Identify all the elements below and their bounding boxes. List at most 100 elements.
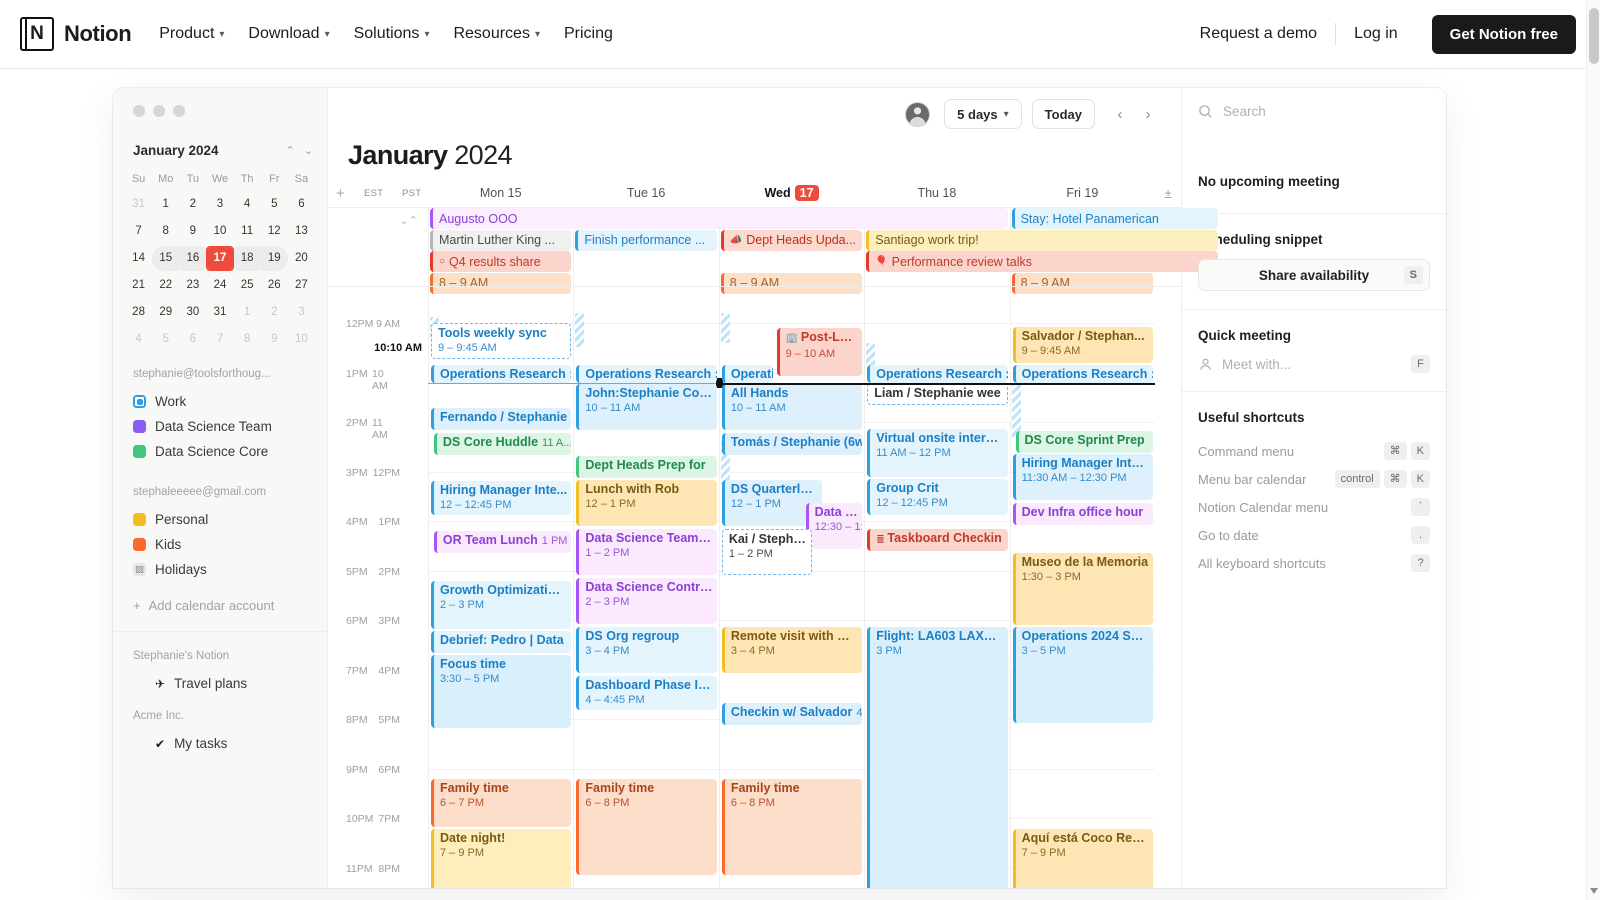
- calendar-event[interactable]: Operations Research :: [867, 365, 1008, 383]
- all-day-event[interactable]: 🎈 Performance review talks: [866, 251, 1219, 272]
- calendar-item-personal[interactable]: Personal: [133, 507, 307, 532]
- calendar-event[interactable]: OR Team Lunch 1 PM: [433, 531, 572, 553]
- mini-calendar-day[interactable]: 5: [261, 192, 288, 217]
- mini-calendar-day[interactable]: 23: [179, 273, 206, 298]
- calendar-event[interactable]: Dept Heads Prep for: [576, 456, 717, 478]
- mini-calendar-day[interactable]: 12: [261, 219, 288, 244]
- view-selector[interactable]: 5 days ▾: [944, 99, 1022, 129]
- scroll-down-arrow-icon[interactable]: [1590, 888, 1598, 894]
- mini-calendar-day[interactable]: 7: [206, 327, 233, 352]
- calendar-event[interactable]: Group Crit 12 – 12:45 PM: [867, 479, 1008, 515]
- mini-calendar-day[interactable]: 20: [288, 246, 315, 271]
- all-day-event[interactable]: Martin Luther King ...: [430, 229, 572, 251]
- calendar-event[interactable]: Family time 6 – 8 PM: [576, 779, 717, 875]
- all-day-event[interactable]: Santiago work trip!: [866, 229, 1219, 251]
- day-header-wed[interactable]: Wed 17: [719, 185, 864, 201]
- add-calendar-icon[interactable]: +: [336, 185, 345, 202]
- mini-calendar-day[interactable]: 13: [288, 219, 315, 244]
- mini-calendar-today[interactable]: 17: [206, 246, 234, 271]
- mini-calendar-day[interactable]: 2: [179, 192, 206, 217]
- calendar-event[interactable]: Aquí está Coco Reservation 7 – 9 PM: [1012, 829, 1154, 888]
- calendar-item-data-science-core[interactable]: Data Science Core: [133, 439, 307, 464]
- maximize-window-button[interactable]: [173, 105, 185, 117]
- request-demo-link[interactable]: Request a demo: [1182, 25, 1335, 43]
- calendar-event[interactable]: Operations Research :: [1012, 365, 1154, 383]
- calendar-event[interactable]: Checkin w/ Salvador 4: [721, 703, 863, 725]
- mini-calendar-day[interactable]: 8: [234, 327, 261, 352]
- login-link[interactable]: Log in: [1336, 25, 1416, 43]
- mini-calendar-day[interactable]: 30: [179, 300, 206, 325]
- calendar-event[interactable]: Flight: LA603 LAX→SCL 3 PM: [867, 627, 1008, 888]
- next-period-button[interactable]: ›: [1135, 100, 1161, 128]
- all-day-event[interactable]: Finish performance ...: [575, 229, 717, 251]
- mini-calendar-day[interactable]: 10: [206, 219, 233, 244]
- calendar-event[interactable]: Operations Research :: [576, 365, 717, 383]
- day-column-0[interactable]: Tools weekly sync 9 – 9:45 AM Operations R…: [428, 287, 574, 888]
- calendar-event[interactable]: DS Core Sprint Prep: [1015, 431, 1154, 453]
- calendar-event[interactable]: Focus time 3:30 – 5 PM: [431, 655, 572, 728]
- calendar-event[interactable]: Remote visit with NP (Stafford) 3 – 4 PM: [721, 627, 863, 673]
- nav-item-download[interactable]: Download ▾: [248, 25, 329, 43]
- calendar-item-holidays[interactable]: ▨ Holidays: [133, 557, 307, 582]
- day-header-tue[interactable]: Tue 16: [573, 186, 718, 200]
- day-header-mon[interactable]: Mon 15: [428, 186, 573, 200]
- mini-calendar-day[interactable]: 3: [206, 192, 233, 217]
- calendar-event[interactable]: ≣ Taskboard Checkin: [867, 529, 1008, 551]
- mini-calendar-day[interactable]: 14: [125, 246, 152, 271]
- minimize-window-button[interactable]: [153, 105, 165, 117]
- calendar-event[interactable]: Tomás / Stephanie (6w: [721, 433, 863, 455]
- mini-calendar-day[interactable]: 26: [261, 273, 288, 298]
- mini-calendar-day[interactable]: 8: [152, 219, 179, 244]
- mini-calendar-day[interactable]: 27: [288, 273, 315, 298]
- calendar-event[interactable]: Dashboard Phase II ... 4 – 4:45 PM: [576, 676, 717, 710]
- mini-calendar-day[interactable]: 9: [179, 219, 206, 244]
- calendar-event[interactable]: Museo de la Memoria 1:30 – 3 PM: [1012, 553, 1154, 625]
- calendar-event[interactable]: Operations: [721, 365, 773, 383]
- calendar-event[interactable]: Data Science Contractor Intake: ... 2 – 3…: [576, 578, 717, 624]
- day-column-3[interactable]: Operations Research : Liam / Stephanie we…: [864, 287, 1010, 888]
- mini-calendar-prev-icon[interactable]: ⌃: [286, 144, 295, 157]
- calendar-event[interactable]: Debrief: Pedro | Data: [431, 631, 572, 653]
- mini-calendar-day[interactable]: 19: [260, 246, 288, 271]
- mini-calendar-day[interactable]: 1: [152, 192, 179, 217]
- mini-calendar-day[interactable]: 21: [125, 273, 152, 298]
- meet-with-input[interactable]: Meet with... F: [1198, 355, 1430, 373]
- allday-toggle-icon[interactable]: ±: [1155, 186, 1181, 201]
- calendar-event[interactable]: Growth Optimization Weekly 2 – 3 PM: [431, 581, 572, 629]
- mini-calendar-day[interactable]: 22: [152, 273, 179, 298]
- calendar-event[interactable]: All Hands 10 – 11 AM: [721, 384, 863, 430]
- mini-calendar-day[interactable]: 6: [288, 192, 315, 217]
- nav-item-product[interactable]: Product ▾: [159, 25, 224, 43]
- day-header-thu[interactable]: Thu 18: [864, 186, 1009, 200]
- mini-calendar-day[interactable]: 16: [179, 246, 207, 271]
- mini-calendar-day[interactable]: 25: [234, 273, 261, 298]
- calendar-event[interactable]: Liam / Stephanie wee: [867, 383, 1008, 405]
- mini-calendar-day[interactable]: 24: [206, 273, 233, 298]
- all-day-event[interactable]: 📣 Dept Heads Upda...: [720, 229, 863, 251]
- get-notion-free-button[interactable]: Get Notion free: [1431, 14, 1576, 54]
- page-scrollbar[interactable]: [1586, 0, 1600, 900]
- calendar-event[interactable]: Operations 2024 Sprint Planning 3 – 5 PM: [1012, 627, 1154, 723]
- day-column-2[interactable]: 🏢 Post-Launc... 9 – 10 AM Operations All Ha…: [718, 287, 865, 888]
- calendar-event[interactable]: Hiring Manager Interview: Gui ... 11:30 A…: [1012, 454, 1154, 500]
- user-avatar[interactable]: [905, 101, 931, 127]
- previous-period-button[interactable]: ‹: [1107, 100, 1133, 128]
- calendar-event[interactable]: Operations Research :: [431, 365, 572, 383]
- calendar-event[interactable]: DS Org regroup 3 – 4 PM: [576, 627, 717, 673]
- calendar-item-data-science-team[interactable]: Data Science Team: [133, 414, 307, 439]
- acme-item-my-tasks[interactable]: ✔ My tasks: [133, 731, 307, 756]
- add-calendar-account-button[interactable]: + Add calendar account: [113, 582, 327, 613]
- brand-logo[interactable]: N Notion: [20, 17, 132, 51]
- calendar-event[interactable]: Virtual onsite interview: Pedro ... 11 AM…: [867, 429, 1008, 477]
- all-day-event[interactable]: Stay: Hotel Panamerican: [1011, 208, 1219, 229]
- mini-calendar-day[interactable]: 28: [125, 300, 152, 325]
- mini-calendar-day[interactable]: 9: [261, 327, 288, 352]
- mini-calendar-day[interactable]: 4: [125, 327, 152, 352]
- notion-item-travel-plans[interactable]: ✈ Travel plans: [133, 671, 307, 696]
- mini-calendar-day[interactable]: 1: [234, 300, 261, 325]
- calendar-event[interactable]: Family time 6 – 8 PM: [721, 779, 863, 875]
- mini-calendar-day[interactable]: 3: [288, 300, 315, 325]
- nav-item-solutions[interactable]: Solutions ▾: [354, 25, 430, 43]
- calendar-item-work[interactable]: Work: [133, 389, 307, 414]
- day-column-4[interactable]: Salvador / Stephan... 9 – 9:45 AM Operatio…: [1009, 287, 1156, 888]
